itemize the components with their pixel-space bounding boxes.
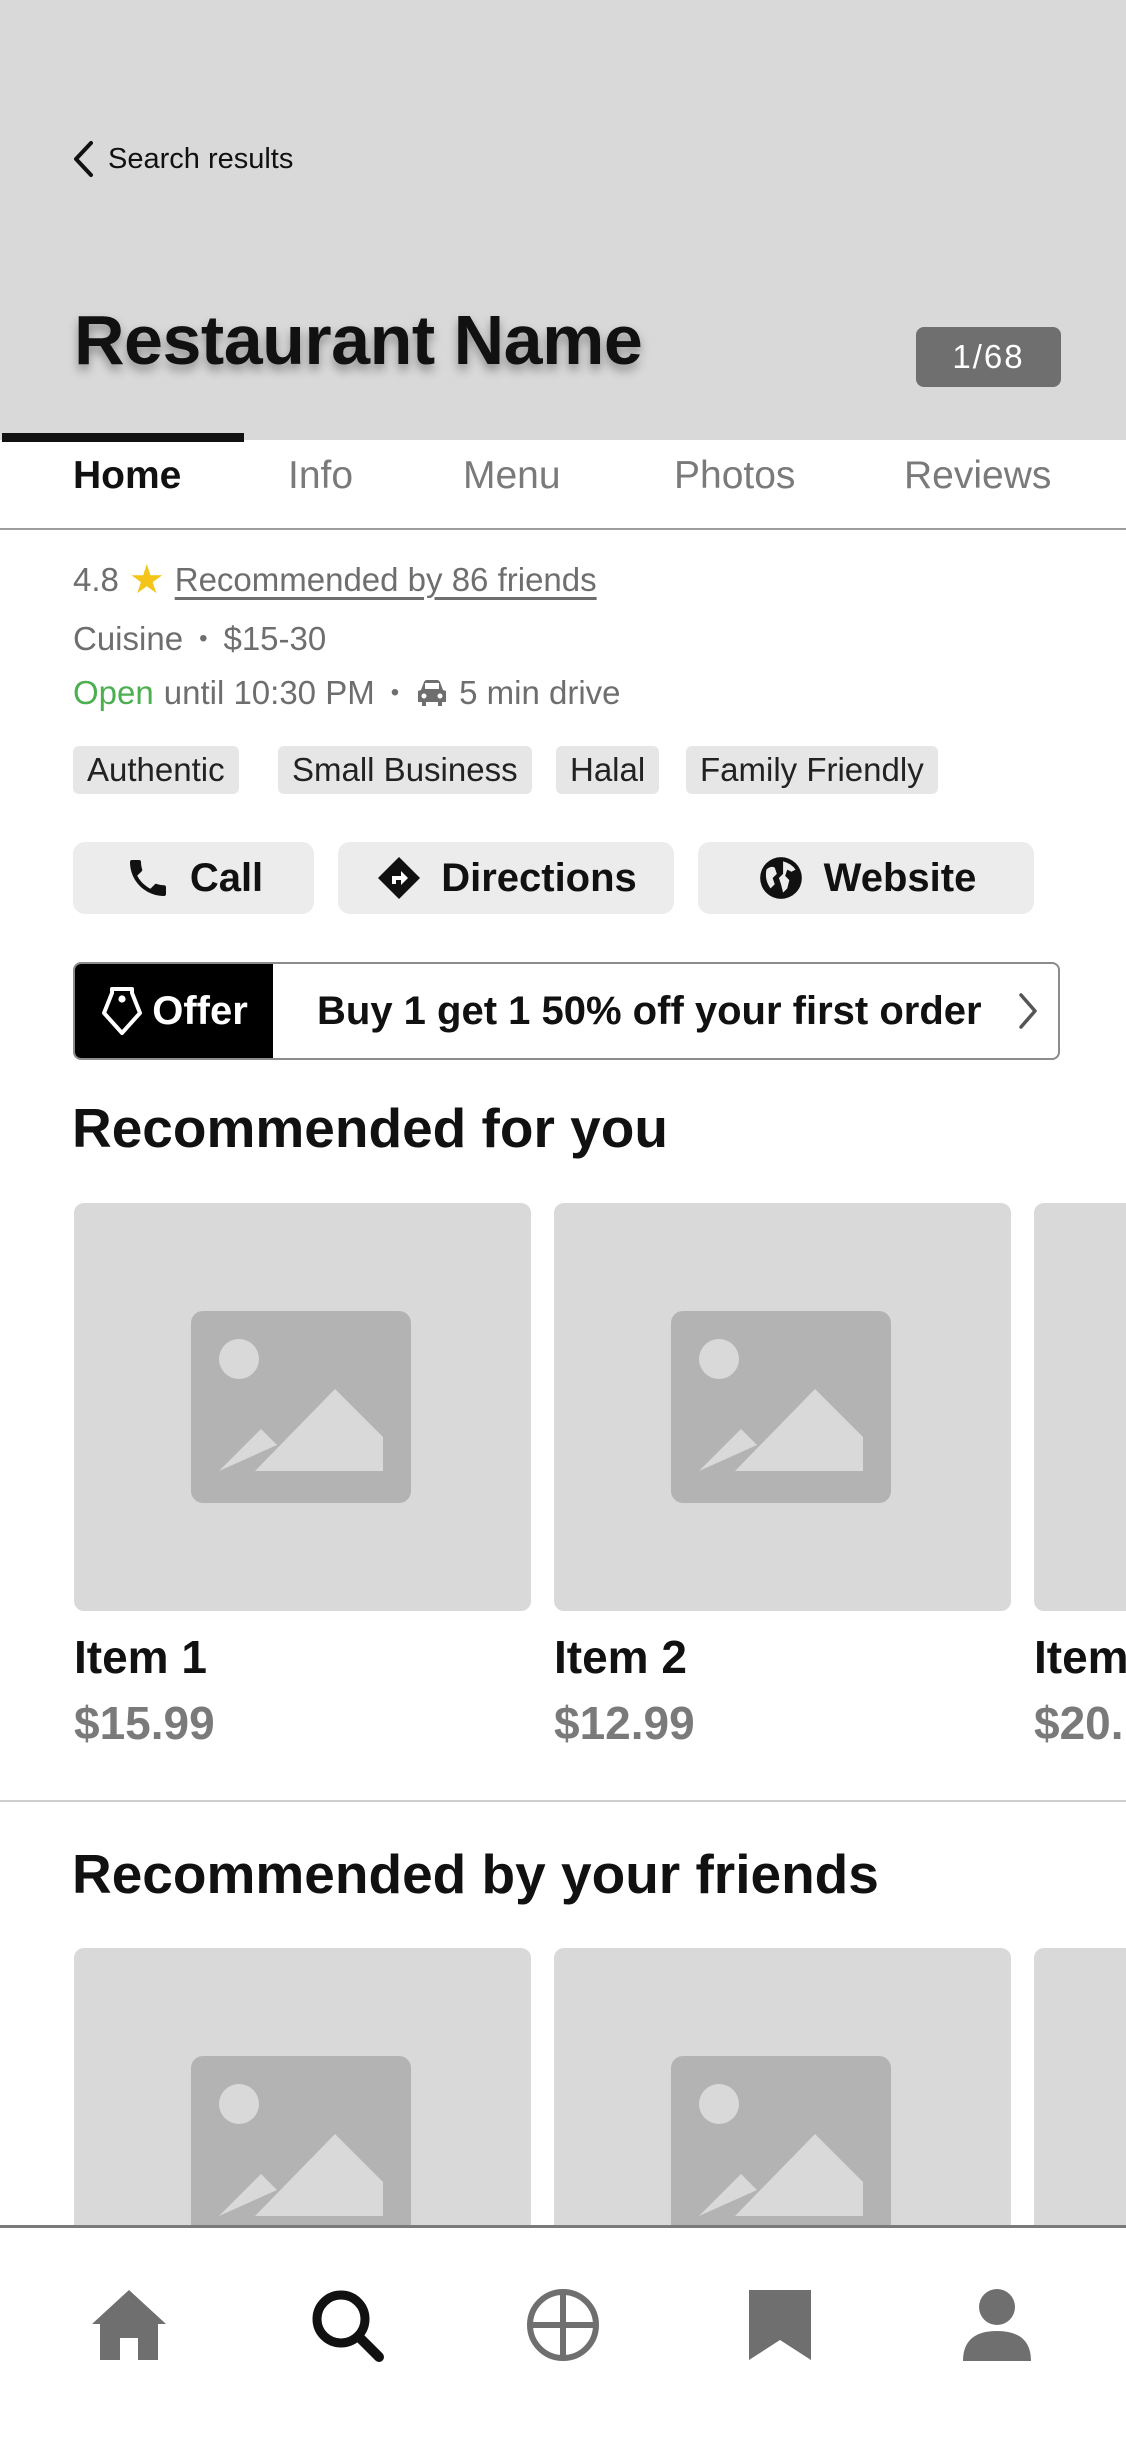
nav-profile[interactable] [952, 2280, 1042, 2370]
star-icon: ★ [128, 558, 165, 602]
section-divider [0, 1800, 1126, 1802]
item-image[interactable] [74, 1203, 531, 1611]
tab-menu[interactable]: Menu [463, 454, 561, 498]
call-label: Call [189, 855, 264, 900]
chevron-right-icon [998, 964, 1058, 1058]
cuisine-label: Cuisine [73, 620, 184, 657]
directions-button[interactable]: Directions [338, 842, 674, 914]
profile-icon [963, 2289, 1031, 2361]
cuisine-row: Cuisine • $15-30 [73, 620, 326, 658]
tag-chip: Family Friendly [686, 746, 938, 794]
tab-reviews[interactable]: Reviews [904, 454, 1051, 498]
nav-explore[interactable] [518, 2280, 608, 2370]
recommended-by-friends-title: Recommended by your friends [72, 1843, 879, 1905]
rating-row: 4.8 ★ Recommended by 86 friends [73, 560, 597, 600]
image-placeholder-icon [671, 1311, 891, 1503]
item-partial-clip: Item $20. [1034, 1630, 1126, 1760]
item-name: Item 1 [74, 1631, 207, 1683]
tab-home[interactable]: Home [73, 454, 181, 498]
back-label: Search results [108, 142, 294, 175]
restaurant-title: Restaurant Name [74, 301, 643, 379]
directions-icon [378, 857, 421, 899]
rating-value: 4.8 [73, 561, 119, 598]
bookmark-icon [749, 2290, 811, 2360]
photo-counter: 1/68 [916, 327, 1061, 387]
call-button[interactable]: Call [73, 842, 314, 914]
tab-info[interactable]: Info [288, 454, 353, 498]
offer-badge: Offer [75, 964, 273, 1058]
search-icon [312, 2290, 384, 2362]
explore-icon [527, 2289, 599, 2361]
hours-row: Open until 10:30 PM • 5 min drive [73, 674, 621, 712]
tag-chip: Small Business [278, 746, 532, 794]
hours-text: until 10:30 PM [163, 674, 375, 711]
directions-label: Directions [441, 855, 637, 900]
offer-banner[interactable]: Offer Buy 1 get 1 50% off your first ord… [73, 962, 1060, 1060]
image-placeholder-icon [191, 1311, 411, 1503]
tab-photos[interactable]: Photos [674, 454, 795, 498]
item-image[interactable] [554, 1203, 1011, 1611]
car-icon [418, 680, 447, 706]
tag-chip: Authentic [73, 746, 239, 794]
image-placeholder-icon [191, 2056, 411, 2248]
active-tab-indicator [2, 433, 244, 442]
item-name: Item [1034, 1631, 1126, 1683]
globe-icon [759, 857, 802, 899]
offer-badge-label: Offer [152, 988, 248, 1033]
nav-home[interactable] [84, 2280, 174, 2370]
friends-recommendation-link[interactable]: Recommended by 86 friends [175, 561, 597, 599]
chevron-left-icon [74, 141, 93, 177]
open-status: Open [73, 674, 154, 711]
offer-text: Buy 1 get 1 50% off your first order [317, 988, 982, 1033]
website-label: Website [823, 855, 977, 900]
image-placeholder-icon [671, 2056, 891, 2248]
item-name: Item 2 [554, 1631, 687, 1683]
separator-dot: • [390, 679, 400, 706]
home-icon [92, 2290, 166, 2360]
item-price: $12.99 [554, 1697, 695, 1749]
item-price: $15.99 [74, 1697, 215, 1749]
drive-time: 5 min drive [459, 674, 621, 711]
item-image[interactable] [1034, 1203, 1126, 1611]
website-button[interactable]: Website [698, 842, 1034, 914]
nav-search[interactable] [302, 2280, 392, 2370]
phone-icon [129, 860, 166, 896]
nav-saved[interactable] [735, 2280, 825, 2370]
tag-chip: Halal [556, 746, 660, 794]
price-range: $15-30 [223, 620, 327, 657]
tag-icon [102, 987, 143, 1035]
recommended-for-you-title: Recommended for you [72, 1097, 668, 1159]
back-button[interactable]: Search results [72, 140, 293, 178]
item-price: $20. [1034, 1697, 1124, 1749]
separator-dot: • [199, 625, 208, 652]
